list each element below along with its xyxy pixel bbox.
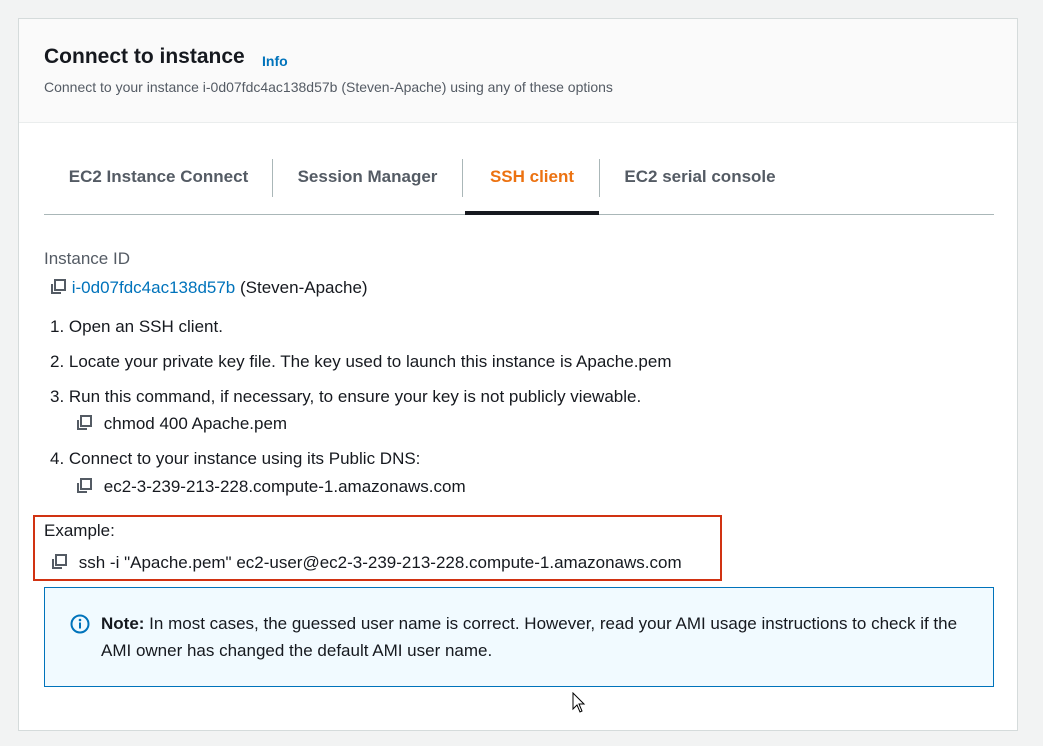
note-body: In most cases, the guessed user name is … bbox=[101, 614, 958, 660]
instance-id-label: Instance ID bbox=[44, 249, 130, 268]
copy-icon[interactable] bbox=[50, 553, 68, 571]
copy-icon[interactable] bbox=[75, 477, 93, 495]
dns-command-row: ec2-3-239-213-228.compute-1.amazonaws.co… bbox=[75, 477, 466, 497]
connect-panel: Connect to instance Info Connect to your… bbox=[18, 18, 1018, 731]
panel-header: Connect to instance Info Connect to your… bbox=[19, 19, 1017, 123]
example-label: Example: bbox=[44, 521, 115, 540]
info-link[interactable]: Info bbox=[262, 53, 288, 69]
instance-id-link[interactable]: i-0d07fdc4ac138d57b bbox=[72, 278, 236, 297]
tab-bar: EC2 Instance Connect Session Manager SSH… bbox=[44, 157, 994, 215]
example-ssh-command: ssh -i "Apache.pem" ec2-user@ec2-3-239-2… bbox=[78, 553, 682, 572]
copy-icon[interactable] bbox=[75, 414, 93, 432]
copy-icon[interactable] bbox=[49, 278, 67, 296]
tab-ssh-client[interactable]: SSH client bbox=[465, 157, 599, 214]
chmod-command-row: chmod 400 Apache.pem bbox=[75, 414, 287, 434]
tab-ec2-instance-connect[interactable]: EC2 Instance Connect bbox=[44, 157, 273, 214]
instance-id-row: i-0d07fdc4ac138d57b (Steven-Apache) bbox=[49, 278, 368, 298]
mouse-pointer-icon bbox=[572, 691, 586, 719]
active-tab-indicator bbox=[465, 211, 599, 215]
public-dns: ec2-3-239-213-228.compute-1.amazonaws.co… bbox=[103, 477, 466, 496]
note-label: Note: bbox=[101, 614, 145, 633]
step-3: 3. Run this command, if necessary, to en… bbox=[50, 387, 642, 406]
step-4: 4. Connect to your instance using its Pu… bbox=[50, 449, 421, 468]
instance-name: (Steven-Apache) bbox=[240, 278, 368, 297]
info-circle-icon bbox=[70, 614, 90, 639]
page-subtitle: Connect to your instance i-0d07fdc4ac138… bbox=[44, 79, 613, 95]
step-1: 1. Open an SSH client. bbox=[50, 317, 223, 336]
note-text: Note: In most cases, the guessed user na… bbox=[101, 610, 971, 664]
step-2: 2. Locate your private key file. The key… bbox=[50, 352, 672, 371]
chmod-command: chmod 400 Apache.pem bbox=[103, 414, 288, 433]
tab-session-manager[interactable]: Session Manager bbox=[273, 157, 462, 214]
tab-divider bbox=[462, 159, 463, 197]
example-command-row: ssh -i "Apache.pem" ec2-user@ec2-3-239-2… bbox=[50, 553, 682, 573]
tab-ec2-serial-console[interactable]: EC2 serial console bbox=[600, 157, 800, 214]
page-title: Connect to instance bbox=[44, 45, 245, 68]
note-alert: Note: In most cases, the guessed user na… bbox=[44, 587, 994, 687]
